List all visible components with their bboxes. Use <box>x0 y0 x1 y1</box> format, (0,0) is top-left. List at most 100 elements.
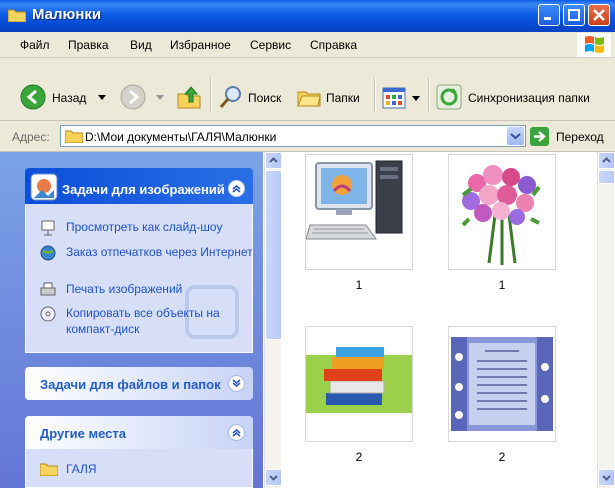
scroll-thumb[interactable] <box>598 170 615 184</box>
address-input[interactable]: D:\Мои документы\ГАЛЯ\Малюнки <box>60 125 526 147</box>
windows-logo <box>577 33 611 57</box>
go-button[interactable] <box>530 127 549 146</box>
scroll-up-button[interactable] <box>598 152 615 169</box>
close-button[interactable] <box>588 4 610 26</box>
chevron-up-icon <box>602 157 611 163</box>
other-places-body: ГАЛЯ <box>25 449 253 488</box>
flowers-image-icon <box>461 165 541 265</box>
other-places-panel: Другие места ГАЛЯ <box>25 416 253 488</box>
back-label: Назад <box>52 91 87 105</box>
search-button[interactable]: Поиск <box>218 84 286 112</box>
chevron-down-icon <box>510 133 521 140</box>
file-view-scrollbar[interactable] <box>597 152 615 488</box>
collapse-button[interactable] <box>228 180 245 197</box>
slideshow-icon <box>41 220 55 236</box>
menu-help[interactable]: Справка <box>310 38 357 52</box>
file-thumbnail[interactable] <box>448 326 556 442</box>
menu-file[interactable]: Файл <box>20 38 50 52</box>
cd-icon <box>40 306 56 322</box>
sync-icon <box>436 84 462 110</box>
dropdown-arrow-icon <box>98 95 106 100</box>
menu-tools[interactable]: Сервис <box>250 38 291 52</box>
back-button[interactable]: Назад <box>20 84 120 112</box>
file-name[interactable]: 1 <box>448 278 556 292</box>
chevron-down-icon <box>269 475 278 481</box>
dropdown-arrow-icon <box>156 95 164 100</box>
poem-image-icon <box>451 337 553 431</box>
menu-bar: Файл Правка Вид Избранное Сервис Справка <box>0 32 615 58</box>
menu-view[interactable]: Вид <box>130 38 152 52</box>
search-icon <box>219 86 241 108</box>
scroll-thumb[interactable] <box>265 170 282 340</box>
file-name[interactable]: 2 <box>305 450 413 464</box>
file-name[interactable]: 2 <box>448 450 556 464</box>
sync-label: Синхронизация папки <box>468 91 590 105</box>
folders-button[interactable]: Папки <box>296 84 366 112</box>
other-places-header[interactable]: Другие места <box>25 416 253 449</box>
folders-label: Папки <box>326 91 360 105</box>
image-tasks-title: Задачи для изображений <box>62 182 224 197</box>
search-label: Поиск <box>248 91 282 105</box>
scroll-up-button[interactable] <box>265 152 282 169</box>
chevron-down-icon <box>232 379 241 387</box>
computer-image-icon <box>305 160 403 240</box>
other-places-title: Другие места <box>40 426 127 441</box>
back-arrow-icon <box>20 84 46 110</box>
file-thumbnail[interactable] <box>448 154 556 270</box>
task-slideshow[interactable]: Просмотреть как слайд-шоу <box>66 219 256 235</box>
folders-icon <box>297 91 321 107</box>
dropdown-arrow-icon <box>412 96 420 101</box>
task-pane-scrollbar[interactable] <box>264 152 282 488</box>
picture-tasks-icon <box>30 173 58 201</box>
file-tasks-title: Задачи для файлов и папок <box>40 377 221 392</box>
chevron-down-icon <box>602 475 611 481</box>
scroll-down-button[interactable] <box>265 469 282 486</box>
place-galya[interactable]: ГАЛЯ <box>66 461 256 477</box>
print-icon <box>40 282 56 296</box>
folder-icon <box>40 463 58 476</box>
menu-favorites[interactable]: Избранное <box>170 38 231 52</box>
image-tasks-header[interactable]: Задачи для изображений <box>25 168 253 204</box>
views-button[interactable] <box>382 86 422 112</box>
address-path: D:\Мои документы\ГАЛЯ\Малюнки <box>85 130 277 144</box>
go-label[interactable]: Переход <box>556 130 604 144</box>
toolbar-separator <box>374 78 375 112</box>
minimize-button[interactable] <box>538 4 560 26</box>
go-arrow-icon <box>534 131 546 142</box>
books-image-icon <box>306 347 412 413</box>
toolbar-separator <box>428 78 429 112</box>
maximize-icon <box>568 9 580 21</box>
chevron-up-icon <box>232 429 241 437</box>
task-order-prints[interactable]: Заказ отпечатков через Интернет <box>66 244 256 260</box>
up-folder-icon <box>177 86 201 109</box>
folder-icon <box>65 130 83 143</box>
forward-button[interactable] <box>120 84 168 112</box>
views-icon <box>382 87 406 109</box>
chevron-up-icon <box>269 157 278 163</box>
minimize-icon <box>544 17 551 20</box>
close-icon <box>593 9 605 21</box>
folder-icon <box>8 9 26 22</box>
windows-flag-icon <box>585 36 604 53</box>
task-copy-to-cd[interactable]: Копировать все объекты на компакт-диск <box>66 305 256 337</box>
file-tasks-panel[interactable]: Задачи для файлов и папок <box>25 367 253 400</box>
menu-edit[interactable]: Правка <box>68 38 109 52</box>
up-folder-button[interactable] <box>176 84 204 112</box>
address-label: Адрес: <box>12 130 50 144</box>
file-thumbnail[interactable] <box>305 154 413 270</box>
maximize-button[interactable] <box>563 4 585 26</box>
chevron-up-icon <box>232 185 241 193</box>
sync-folder-button[interactable]: Синхронизация папки <box>436 84 606 112</box>
window-title: Малюнки <box>32 6 102 23</box>
expand-button[interactable] <box>228 375 245 392</box>
scroll-down-button[interactable] <box>598 469 615 486</box>
toolbar-separator <box>210 78 211 112</box>
explorer-window: Малюнки Файл Правка Вид Избранное Сервис… <box>0 0 615 488</box>
task-print[interactable]: Печать изображений <box>66 281 256 297</box>
file-name[interactable]: 1 <box>305 278 413 292</box>
address-bar: Адрес: D:\Мои документы\ГАЛЯ\Малюнки Пер… <box>0 121 615 152</box>
address-dropdown-button[interactable] <box>507 127 524 145</box>
collapse-button[interactable] <box>228 424 245 441</box>
file-thumbnail[interactable] <box>305 326 413 442</box>
title-bar[interactable]: Малюнки <box>0 0 615 32</box>
